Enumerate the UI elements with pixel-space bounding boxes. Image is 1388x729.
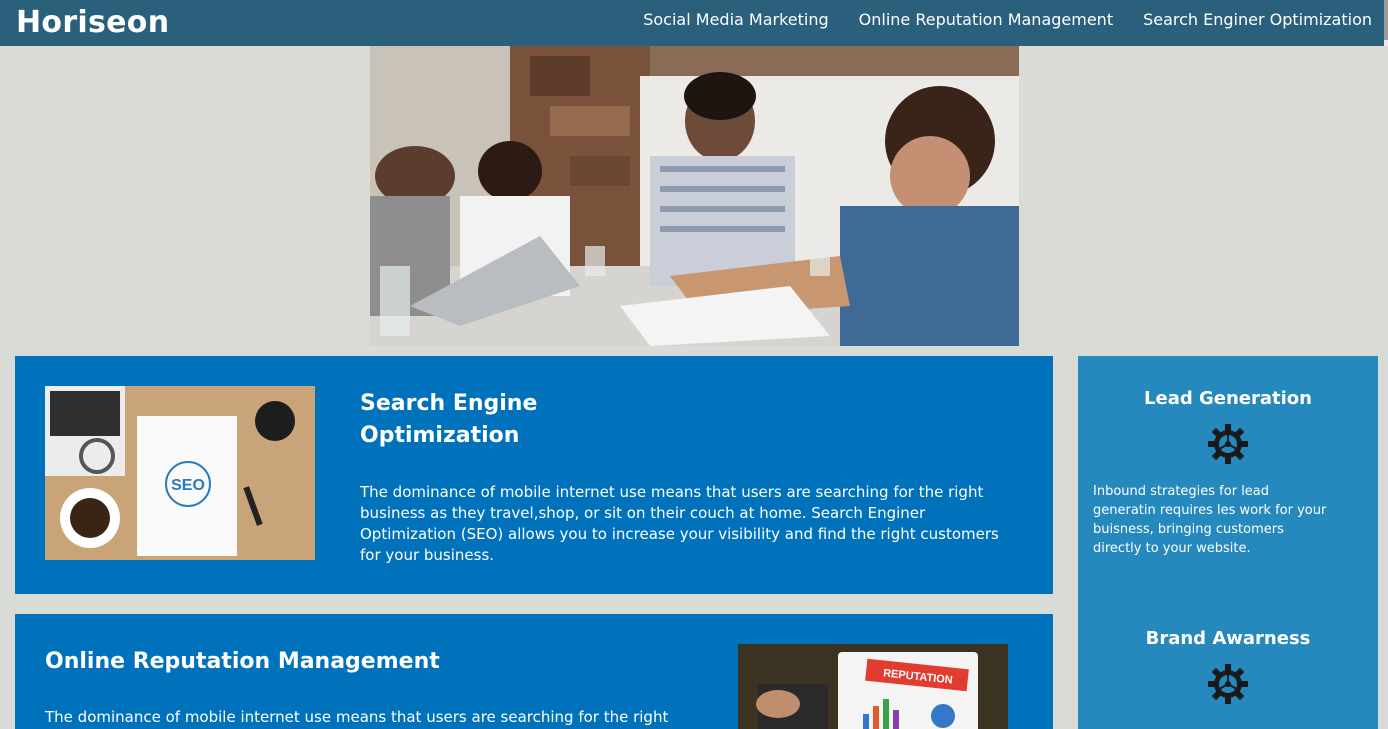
site-logo[interactable]: Horiseon xyxy=(16,5,169,40)
nav-link-search-engine-optimization[interactable]: Search Enginer Optimization xyxy=(1143,10,1372,29)
card-text: The dominance of mobile internet use mea… xyxy=(45,708,669,726)
benefit-title: Lead Generation xyxy=(1144,388,1312,409)
gear-icon xyxy=(1208,424,1248,464)
reputation-image: REPUTATION xyxy=(738,644,1008,729)
nav-link-online-reputation-management[interactable]: Online Reputation Management xyxy=(859,10,1113,29)
content-card-online-reputation: Online Reputation Management The dominan… xyxy=(15,614,1053,729)
scrollbar-thumb[interactable] xyxy=(1384,0,1388,40)
benefit-lead-generation: Lead Generation Inbound strategies for l… xyxy=(1078,386,1378,558)
gear-icon xyxy=(1208,664,1248,704)
card-title: Online Reputation Management xyxy=(45,649,440,674)
benefit-text: Inbound strategies for lead generatin re… xyxy=(1093,484,1327,556)
nav-link-social-media-marketing[interactable]: Social Media Marketing xyxy=(643,10,828,29)
main-nav: Social Media Marketing Online Reputation… xyxy=(643,10,1372,29)
svg-text:SEO: SEO xyxy=(171,477,205,494)
benefits-sidebar: Lead Generation Inbound strategies for l… xyxy=(1078,356,1378,729)
card-title: Search Engine Optimization xyxy=(360,391,538,448)
benefit-title: Brand Awarness xyxy=(1145,628,1311,649)
benefit-brand-awareness: Brand Awarness xyxy=(1078,626,1378,706)
page-scrollbar[interactable] xyxy=(1384,0,1388,46)
site-header: Horiseon Social Media Marketing Online R… xyxy=(0,0,1388,46)
content-card-seo: SEO Search Engine Optimization The domin… xyxy=(15,356,1053,594)
hero-image xyxy=(370,46,1019,346)
seo-image: SEO xyxy=(45,386,315,560)
card-text: The dominance of mobile internet use mea… xyxy=(360,483,999,564)
